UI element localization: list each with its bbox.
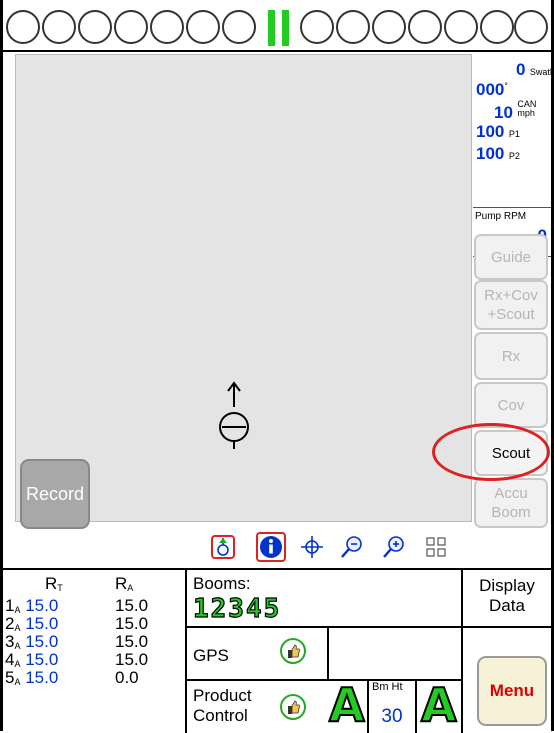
center-crosshair-icon[interactable]: [296, 531, 328, 563]
rate-row: 1A 15.0: [5, 596, 59, 615]
pump-rpm-label: Pump RPM: [475, 211, 527, 222]
boom-height-auto-indicator[interactable]: A: [420, 681, 458, 729]
divider: [3, 50, 551, 52]
center-indicator-bar: [282, 10, 289, 46]
record-button[interactable]: Record: [20, 459, 90, 529]
boom-section-circle: [300, 10, 334, 44]
display-data-label-2: Data: [489, 596, 525, 615]
boom-section-circle: [514, 10, 548, 44]
boom-section-circle: [480, 10, 514, 44]
display-data-label-1: Display: [479, 576, 535, 595]
boom-section-circle: [114, 10, 148, 44]
boom-section-circle: [78, 10, 112, 44]
boom-section-circle: [42, 10, 76, 44]
rate-actual: 0.0: [115, 668, 139, 687]
rate-row: 5A 15.0: [5, 668, 59, 687]
cov-button[interactable]: Cov: [474, 382, 548, 428]
zoom-out-icon[interactable]: [336, 531, 368, 563]
product-auto-indicator[interactable]: A: [328, 681, 366, 729]
gps-label: GPS: [193, 646, 229, 665]
speed-readout: 10 CAN mph: [494, 99, 537, 123]
boom-height-label: Bm Ht: [372, 681, 403, 693]
rx-button[interactable]: Rx: [474, 332, 548, 380]
vehicle-position-icon: [219, 381, 249, 449]
rate-target-header: RT: [45, 574, 63, 593]
zoom-extents-icon[interactable]: [420, 531, 452, 563]
guide-button[interactable]: Guide: [474, 234, 548, 280]
boom-height-value: 30: [381, 706, 403, 727]
rate-actual: 15.0: [115, 614, 149, 633]
boom-section-indicators: [4, 6, 550, 50]
map-view[interactable]: [15, 54, 472, 522]
product-control-label: Product Control: [193, 686, 252, 725]
swath-readout: 0 Swath: [516, 60, 554, 79]
rate-actual: 15.0: [115, 650, 149, 669]
boom-section-circle: [444, 10, 478, 44]
rx-cov-scout-label-1: Rx+Cov: [484, 287, 538, 304]
north-lock-icon[interactable]: [207, 531, 239, 563]
accu-boom-button[interactable]: Accu Boom: [474, 478, 548, 528]
boom-section-circle: [6, 10, 40, 44]
boom-numbers[interactable]: 12345: [192, 593, 281, 624]
rate-actual: 15.0: [115, 632, 149, 651]
rate-actual-header: RA: [115, 574, 134, 593]
rate-row: 4A 15.0: [5, 650, 59, 669]
rx-cov-scout-label-2: +Scout: [487, 306, 535, 323]
boom-section-circle: [336, 10, 370, 44]
boom-section-circle: [222, 10, 256, 44]
menu-button[interactable]: Menu: [477, 656, 547, 726]
boom-section-circle: [372, 10, 406, 44]
accu-label-1: Accu: [494, 485, 528, 502]
gps-status-thumb-icon: [280, 638, 306, 664]
pressure-p2-readout: 100 P2: [476, 144, 520, 163]
display-data-button[interactable]: Display Data: [465, 576, 549, 616]
rx-cov-scout-button[interactable]: Rx+Cov +Scout: [474, 280, 548, 330]
product-control-thumb-icon: [280, 694, 306, 720]
accu-label-2: Boom: [491, 504, 531, 521]
rate-row: 3A 15.0: [5, 632, 59, 651]
highlight-ring: [432, 423, 550, 481]
bottom-panel: RT RA 1A 15.0 15.0 2A 15.0 15.0 3A 15.0 …: [3, 568, 551, 733]
boom-section-circle: [150, 10, 184, 44]
rate-row: 2A 15.0: [5, 614, 59, 633]
zoom-in-icon[interactable]: [378, 531, 410, 563]
info-icon[interactable]: [255, 531, 287, 563]
pressure-p1-readout: 100 P1: [476, 122, 520, 141]
booms-label: Booms:: [193, 574, 251, 593]
heading-readout: 000°: [476, 80, 508, 99]
boom-section-circle: [408, 10, 442, 44]
center-indicator-bar: [268, 10, 275, 46]
rate-actual: 15.0: [115, 596, 149, 615]
boom-section-circle: [186, 10, 220, 44]
